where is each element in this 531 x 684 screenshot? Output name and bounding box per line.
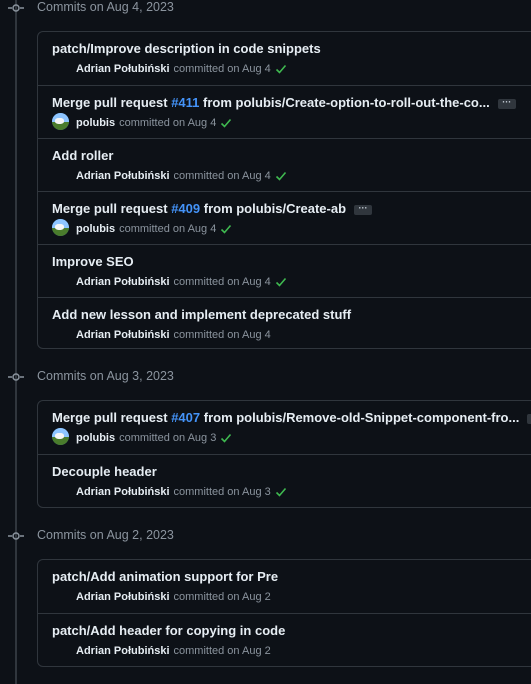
pull-request-link[interactable]: #409: [171, 201, 200, 216]
commit-list: Merge pull request #407 from polubis/Rem…: [37, 400, 531, 508]
commit-row[interactable]: Decouple header Adrian Połubiński commit…: [38, 454, 531, 507]
commit-date: committed on Aug 4: [173, 63, 271, 75]
commit-date: committed on Aug 2: [173, 591, 271, 603]
commit-list: patch/Add animation support for Pre Adri…: [37, 559, 531, 667]
check-icon[interactable]: [275, 276, 287, 288]
user-avatar[interactable]: [52, 428, 69, 445]
commit-date: committed on Aug 4: [173, 170, 271, 182]
commit-row[interactable]: Improve SEO Adrian Połubiński committed …: [38, 244, 531, 297]
commit-group-date: Commits on Aug 2, 2023: [37, 528, 174, 542]
commit-meta: Adrian Połubiński committed on Aug 4: [76, 63, 287, 75]
commit-row[interactable]: Merge pull request #409 from polubis/Cre…: [38, 191, 531, 244]
commit-row[interactable]: Add roller Adrian Połubiński committed o…: [38, 138, 531, 191]
check-icon[interactable]: [275, 486, 287, 498]
expand-ellipsis-button[interactable]: ···: [527, 413, 531, 424]
commit-author[interactable]: Adrian Połubiński: [76, 170, 170, 182]
pull-request-link[interactable]: #407: [171, 410, 200, 425]
commit-meta: Adrian Połubiński committed on Aug 2: [76, 645, 271, 657]
commit-title[interactable]: Merge pull request #407 from polubis/Rem…: [52, 410, 531, 425]
commit-title[interactable]: Add roller: [52, 148, 113, 163]
commit-meta: polubis committed on Aug 4: [76, 223, 232, 235]
expand-ellipsis-button[interactable]: ···: [354, 203, 373, 215]
commit-meta: Adrian Połubiński committed on Aug 4: [76, 329, 271, 341]
commit-author[interactable]: polubis: [76, 117, 115, 129]
check-icon[interactable]: [220, 223, 232, 235]
git-commit-icon: [8, 532, 24, 540]
commit-author[interactable]: Adrian Połubiński: [76, 276, 170, 288]
commit-meta: polubis committed on Aug 3: [76, 432, 232, 444]
commit-author[interactable]: Adrian Połubiński: [76, 329, 170, 341]
commit-meta: Adrian Połubiński committed on Aug 3: [76, 486, 287, 498]
commit-date: committed on Aug 2: [173, 645, 271, 657]
commit-title[interactable]: patch/Add header for copying in code: [52, 623, 285, 638]
timeline-line: [15, 0, 17, 684]
commit-row[interactable]: patch/Improve description in code snippe…: [38, 32, 531, 85]
commit-title-suffix: from polubis/Remove-old-Snippet-componen…: [200, 410, 520, 425]
commit-title[interactable]: Improve SEO: [52, 254, 134, 269]
commit-date: committed on Aug 3: [173, 486, 271, 498]
commit-author[interactable]: polubis: [76, 223, 115, 235]
commit-title-prefix: Merge pull request: [52, 410, 172, 425]
pull-request-link[interactable]: #411: [171, 95, 199, 110]
user-avatar[interactable]: [52, 113, 69, 130]
commit-author[interactable]: Adrian Połubiński: [76, 63, 170, 75]
commit-date: committed on Aug 4: [173, 276, 271, 288]
commit-date: committed on Aug 3: [119, 432, 217, 444]
commit-row[interactable]: Merge pull request #407 from polubis/Rem…: [38, 401, 531, 454]
commit-title-prefix: Merge pull request: [52, 95, 172, 110]
check-icon[interactable]: [275, 63, 287, 75]
commit-title[interactable]: Merge pull request #409 from polubis/Cre…: [52, 201, 373, 216]
commit-row[interactable]: Add new lesson and implement deprecated …: [38, 297, 531, 348]
commit-list: patch/Improve description in code snippe…: [37, 31, 531, 349]
commit-author[interactable]: polubis: [76, 432, 115, 444]
commit-row[interactable]: patch/Add header for copying in code Adr…: [38, 613, 531, 666]
commit-title-prefix: Merge pull request: [52, 201, 172, 216]
commit-author[interactable]: Adrian Połubiński: [76, 645, 170, 657]
commit-title[interactable]: patch/Improve description in code snippe…: [52, 41, 321, 56]
git-commit-icon: [8, 373, 24, 381]
check-icon[interactable]: [220, 117, 232, 129]
expand-ellipsis-button[interactable]: ···: [497, 97, 516, 109]
commit-meta: Adrian Połubiński committed on Aug 2: [76, 591, 271, 603]
commit-author[interactable]: Adrian Połubiński: [76, 486, 170, 498]
commit-meta: polubis committed on Aug 4: [76, 117, 232, 129]
commit-date: committed on Aug 4: [119, 223, 217, 235]
commit-meta: Adrian Połubiński committed on Aug 4: [76, 170, 287, 182]
commit-group-date: Commits on Aug 3, 2023: [37, 369, 174, 383]
commit-meta: Adrian Połubiński committed on Aug 4: [76, 276, 287, 288]
check-icon[interactable]: [275, 170, 287, 182]
commit-date: committed on Aug 4: [119, 117, 217, 129]
commit-title[interactable]: Add new lesson and implement deprecated …: [52, 307, 351, 322]
commit-date: committed on Aug 4: [173, 329, 271, 341]
check-icon[interactable]: [220, 432, 232, 444]
git-commit-icon: [8, 4, 24, 12]
commit-row[interactable]: patch/Add animation support for Pre Adri…: [38, 560, 531, 613]
commit-row[interactable]: Merge pull request #411 from polubis/Cre…: [38, 85, 531, 138]
commit-title[interactable]: patch/Add animation support for Pre: [52, 569, 278, 584]
commit-title-suffix: from polubis/Create-option-to-roll-out-t…: [199, 95, 490, 110]
user-avatar[interactable]: [52, 219, 69, 236]
commit-title[interactable]: Decouple header: [52, 464, 157, 479]
commit-group-date: Commits on Aug 4, 2023: [37, 0, 174, 14]
commit-title[interactable]: Merge pull request #411 from polubis/Cre…: [52, 95, 516, 110]
commit-author[interactable]: Adrian Połubiński: [76, 591, 170, 603]
commit-title-suffix: from polubis/Create-ab: [200, 201, 347, 216]
